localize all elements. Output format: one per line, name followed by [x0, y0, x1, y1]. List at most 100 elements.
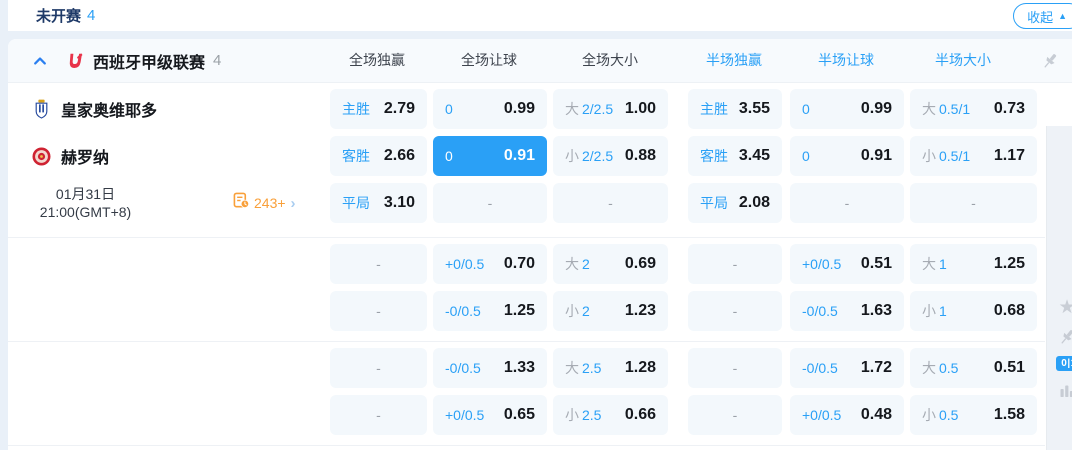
odds-value: 1.28 — [624, 359, 656, 376]
empty-odds-placeholder: - — [376, 256, 381, 272]
odds-selection-label: 小 2/2.5 — [565, 148, 614, 164]
odds-block-secondary-1: - +0/0.5 0.70 大 2 0.69 - +0/0.5 0.51 大 1 1.25 - -0/0.… — [8, 238, 1045, 342]
odds-selection-label: 客胜 — [342, 148, 370, 164]
empty-odds-placeholder: - — [487, 195, 493, 211]
odds-cell[interactable]: 小 0.5/1 1.17 — [910, 136, 1037, 176]
odds-cell[interactable]: 客胜 2.66 — [330, 136, 427, 176]
odds-cell[interactable]: 主胜 3.55 — [688, 89, 782, 129]
over-under-prefix: 小 — [922, 148, 936, 164]
caret-up-icon: ▲ — [1058, 10, 1067, 21]
odds-cell-empty: - — [433, 183, 547, 223]
odds-value: 0.99 — [860, 100, 892, 117]
collapse-all-label: 收起 — [1027, 9, 1054, 25]
odds-value: 0.48 — [860, 406, 892, 423]
odds-selection-label: +0/0.5 — [445, 407, 485, 423]
odds-cell[interactable]: 0 0.91 — [433, 136, 547, 176]
empty-odds-placeholder: - — [732, 407, 738, 423]
odds-cell[interactable]: +0/0.5 0.70 — [433, 244, 547, 284]
odds-selection-label: -0/0.5 — [802, 303, 838, 319]
collapse-all-button[interactable]: 收起 ▲ — [1013, 3, 1072, 29]
empty-odds-placeholder: - — [732, 303, 738, 319]
odds-cell[interactable]: 小 1 0.68 — [910, 291, 1037, 331]
odds-value: 1.58 — [993, 406, 1025, 423]
odds-cell[interactable]: 平局 2.08 — [688, 183, 782, 223]
status-label: 未开赛 — [36, 8, 82, 25]
odds-value: 0.99 — [503, 100, 535, 117]
odds-value: 3.10 — [383, 194, 415, 211]
odds-cell[interactable]: 大 1 1.25 — [910, 244, 1037, 284]
odds-value: 0.88 — [624, 147, 656, 164]
odds-value: 0.68 — [993, 302, 1025, 319]
favorite-star-icon[interactable]: ★ — [1056, 296, 1072, 318]
odds-table: 皇家奥维耶多 赫罗纳 01月31日 21:00(GMT+8) 243+ › 主胜… — [8, 83, 1045, 446]
odds-selection-label: 平局 — [700, 195, 728, 211]
over-under-prefix: 大 — [922, 101, 936, 117]
chevron-up-icon[interactable] — [30, 51, 50, 71]
odds-selection-label: 大 2.5 — [565, 360, 602, 376]
status-filter-not-started[interactable]: 未开赛 4 — [36, 5, 95, 26]
empty-odds-placeholder: - — [376, 360, 381, 376]
odds-cell[interactable]: -0/0.5 1.63 — [790, 291, 904, 331]
odds-cell[interactable]: 平局 3.10 — [330, 183, 427, 223]
odds-cell[interactable]: 大 2 0.69 — [553, 244, 668, 284]
odds-cell[interactable]: 主胜 2.79 — [330, 89, 427, 129]
odds-cell[interactable]: +0/0.5 0.48 — [790, 395, 904, 435]
odds-cell[interactable]: -0/0.5 1.33 — [433, 348, 547, 388]
odds-cell-empty: - — [790, 183, 904, 223]
odds-row: - -0/0.5 1.33 大 2.5 1.28 - -0/0.5 1.72 大 0.5 0.51 — [8, 348, 1045, 388]
column-header-half-handicap[interactable]: 半场让球 — [796, 39, 896, 82]
odds-cell[interactable]: 0 0.99 — [790, 89, 904, 129]
odds-value: 3.55 — [738, 100, 770, 117]
odds-cell[interactable]: 大 0.5/1 0.73 — [910, 89, 1037, 129]
odds-selection-label: 0 — [445, 148, 453, 164]
odds-value: 3.45 — [738, 147, 770, 164]
odds-selection-label: 小 0.5/1 — [922, 148, 971, 164]
odds-cell[interactable]: 小 2/2.5 0.88 — [553, 136, 668, 176]
odds-cell[interactable]: 大 2/2.5 1.00 — [553, 89, 668, 129]
odds-value: 1.23 — [624, 302, 656, 319]
odds-value: 1.17 — [993, 147, 1025, 164]
odds-cell[interactable]: 客胜 3.45 — [688, 136, 782, 176]
empty-odds-placeholder: - — [971, 195, 976, 211]
odds-cell[interactable]: -0/0.5 1.25 — [433, 291, 547, 331]
odds-row: - +0/0.5 0.65 小 2.5 0.66 - +0/0.5 0.48 小 0.5 1.58 — [8, 395, 1045, 435]
odds-row: 客胜 2.66 0 0.91 小 2/2.5 0.88 客胜 3.45 0 0.91 小 0.5/1 1.… — [8, 136, 1045, 176]
odds-value: 1.00 — [624, 100, 656, 117]
column-header-half-over-under[interactable]: 半场大小 — [913, 39, 1013, 82]
odds-value: 1.25 — [993, 255, 1025, 272]
odds-value: 0.73 — [993, 100, 1025, 117]
over-under-prefix: 小 — [565, 303, 579, 319]
odds-selection-label: +0/0.5 — [802, 256, 842, 272]
pin-icon[interactable] — [1056, 326, 1072, 348]
odds-cell[interactable]: 0 0.99 — [433, 89, 547, 129]
odds-value: 1.72 — [860, 359, 892, 376]
stats-bar-chart-icon[interactable] — [1056, 379, 1072, 401]
over-under-prefix: 大 — [565, 360, 579, 376]
odds-cell[interactable]: 小 2.5 0.66 — [553, 395, 668, 435]
odds-cell[interactable]: +0/0.5 0.51 — [790, 244, 904, 284]
odds-format-badge[interactable]: 0|1 — [1056, 356, 1072, 371]
league-name: 西班牙甲级联赛 — [93, 54, 206, 72]
odds-value: 0.91 — [503, 147, 535, 164]
league-header: 西班牙甲级联赛 4 全场独赢 全场让球 全场大小 半场独赢 半场让球 半场大小 — [8, 39, 1072, 83]
odds-row: - +0/0.5 0.70 大 2 0.69 - +0/0.5 0.51 大 1 1.25 — [8, 244, 1045, 284]
odds-selection-label: 大2 — [565, 256, 590, 272]
odds-cell[interactable]: 小 2 1.23 — [553, 291, 668, 331]
odds-cell[interactable]: -0/0.5 1.72 — [790, 348, 904, 388]
column-header-half-1x2[interactable]: 半场独赢 — [684, 39, 784, 82]
odds-cell[interactable]: 大 0.5 0.51 — [910, 348, 1037, 388]
odds-cell[interactable]: 0 0.91 — [790, 136, 904, 176]
odds-cell[interactable]: 小 0.5 1.58 — [910, 395, 1037, 435]
league-card: 西班牙甲级联赛 4 全场独赢 全场让球 全场大小 半场独赢 半场让球 半场大小 — [8, 39, 1072, 450]
status-count: 4 — [87, 7, 96, 24]
odds-cell[interactable]: +0/0.5 0.65 — [433, 395, 547, 435]
odds-selection-label: -0/0.5 — [445, 303, 481, 319]
odds-cell-empty: - — [330, 291, 427, 331]
pin-icon[interactable] — [1040, 51, 1060, 71]
top-bar: 未开赛 4 收起 ▲ — [8, 0, 1072, 31]
odds-cell[interactable]: 大 2.5 1.28 — [553, 348, 668, 388]
over-under-prefix: 小 — [922, 407, 936, 423]
odds-page: 未开赛 4 收起 ▲ 西班牙甲级联赛 4 全场独赢 全场让球 全场大小 半场独赢… — [0, 0, 1072, 450]
odds-cell-empty: - — [553, 183, 668, 223]
odds-selection-label: 0 — [802, 101, 810, 117]
